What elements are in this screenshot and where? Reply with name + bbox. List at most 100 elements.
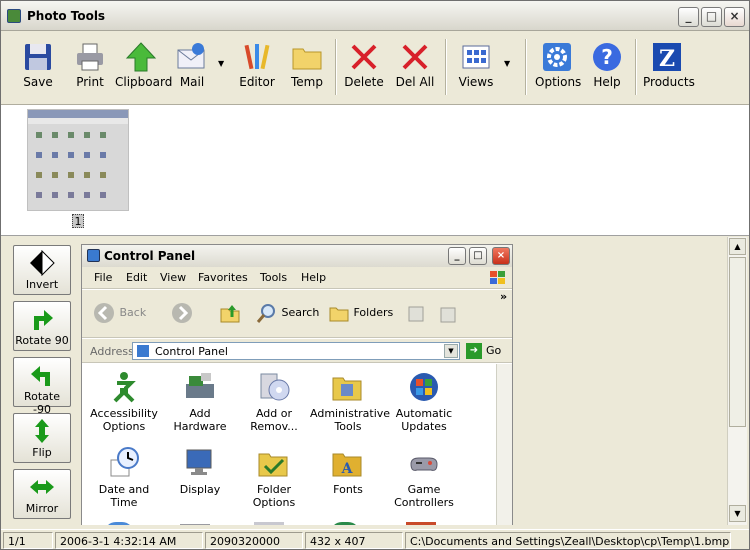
red-x-icon [402,44,428,70]
printer-icon [77,43,103,71]
forward-arrow-icon [172,303,192,323]
viewer-vertical-scrollbar[interactable]: ▲ ▼ [727,237,747,525]
address-cp-icon [137,345,149,357]
minimize-button[interactable]: _ [678,7,699,27]
brushes-icon [244,44,270,70]
control-panel-scrollbar [496,364,512,525]
app-icon [7,9,21,23]
cp-minimize-button: _ [448,247,466,265]
mail-button[interactable]: Mail [173,37,211,99]
search-button: Search [256,299,319,327]
clock-icon [110,447,139,477]
floppy-icon [25,44,51,70]
svg-text:A: A [341,461,354,477]
up-arrow-icon [125,42,157,72]
status-size: 2090320000 [205,532,303,549]
address-dropdown: ▼ [444,344,458,358]
gear-icon [543,43,571,71]
thumbnail-image[interactable] [27,109,129,211]
control-panel-icon [87,249,100,262]
svg-text:?: ? [601,45,613,69]
rotate-left-icon [31,366,50,386]
views-dropdown-arrow[interactable]: ▼ [504,59,510,68]
status-date: 2006-3-1 4:32:14 AM [55,532,203,549]
delete-button[interactable]: Delete [343,37,385,99]
maximize-button[interactable]: □ [701,7,722,27]
address-label: Address [90,345,134,358]
hardware-icon [186,373,214,398]
save-button[interactable]: Save [15,37,61,99]
invert-button[interactable]: Invert [13,245,71,295]
accessibility-options-item: Accessibility Options [86,370,162,433]
rotate-90-button[interactable]: Rotate 90 [13,301,71,351]
mail-dropdown-arrow[interactable]: ▼ [218,59,224,68]
window-title: Photo Tools [27,9,106,23]
control-panel-nav-bar: Back Search Folders » [82,290,512,338]
add-hardware-item: Add Hardware [162,370,238,433]
display-item: Display [162,446,238,496]
cp-close-button: × [492,247,510,265]
thumbnail-number[interactable]: 1 [72,214,84,228]
go-button: ➜ Go [466,343,501,359]
views-grid-icon [462,45,490,69]
toolbar-overflow-chevron: » [500,290,508,303]
control-panel-icon-grid: Accessibility Options Add Hardware Add o… [82,364,496,525]
delete-all-button[interactable]: Del All [393,37,437,99]
menu-tools: Tools [260,271,288,284]
close-button[interactable]: × [724,7,745,27]
thumbnail-preview-icon [28,110,128,198]
fonts-folder-icon: A [332,453,362,477]
admin-tools-icon [332,377,362,401]
menu-file: File [94,271,113,284]
clipboard-button[interactable]: Clipboard [115,37,172,99]
address-bar: Address Control Panel ▼ ➜ Go [82,339,512,363]
rotate-right-icon [34,310,53,330]
administrative-tools-item: Administrative Tools [310,370,390,433]
partial-icon [406,522,436,525]
rotate-minus-90-button[interactable]: Rotate -90 [13,357,71,416]
status-page: 1/1 [3,532,53,549]
flip-button[interactable]: Flip [13,413,71,463]
flip-icon [35,419,49,443]
automatic-updates-icon [410,373,438,401]
control-panel-screenshot: Control Panel _ □ × File Edit View Favor… [81,244,513,525]
partial-icon [180,524,210,525]
scroll-thumb[interactable] [729,257,746,427]
status-dimensions: 432 x 407 [305,532,403,549]
title-bar[interactable]: Photo Tools _ □ × [1,1,749,31]
address-field: Control Panel ▼ [132,342,460,360]
question-icon: ? [593,43,621,71]
back-arrow-icon [94,303,114,323]
z-logo-icon: Z [653,43,681,72]
temp-button[interactable]: Temp [287,37,327,99]
options-button[interactable]: Options [535,37,581,99]
scroll-down-arrow[interactable]: ▼ [729,505,746,522]
print-button[interactable]: Print [69,37,111,99]
partial-icon [330,522,360,525]
status-bar: 1/1 2006-3-1 4:32:14 AM 2090320000 432 x… [1,529,749,549]
editor-button[interactable]: Editor [237,37,277,99]
folders-icon [329,307,349,322]
photo-tools-window: Photo Tools _ □ × Save Print Clipboard M… [0,0,750,550]
menu-edit: Edit [126,271,148,284]
partial-icon [254,522,284,525]
copy-to-icon [440,307,456,323]
date-and-time-item: Date and Time [86,446,162,509]
products-button[interactable]: Z Products [643,37,695,99]
windows-logo-icon [490,271,505,284]
scroll-up-arrow[interactable]: ▲ [729,238,746,255]
up-folder-icon [220,305,240,323]
mirror-button[interactable]: Mirror [13,469,71,519]
transform-panel: Invert Rotate 90 Rotate -90 Flip Mirror [1,237,81,525]
help-button[interactable]: ? Help [587,37,627,99]
go-arrow-icon: ➜ [466,343,482,359]
toolbar-separator [525,39,527,95]
views-button[interactable]: Views [455,37,497,99]
red-x-icon [351,44,377,70]
display-icon [186,449,212,475]
diamond-icon [30,250,55,276]
automatic-updates-item: Automatic Updates [386,370,462,433]
toolbar-separator [445,39,447,95]
game-controllers-item: Game Controllers [386,446,462,509]
image-viewer[interactable]: Control Panel _ □ × File Edit View Favor… [81,237,727,525]
